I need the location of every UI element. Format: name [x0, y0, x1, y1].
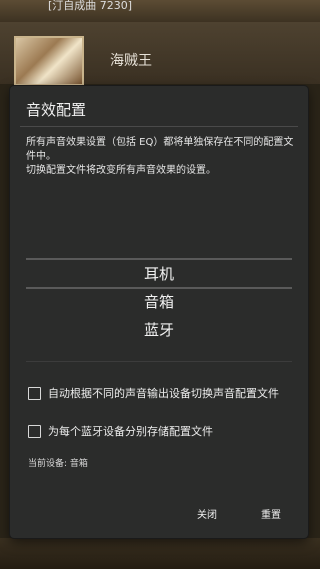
per-bluetooth-label: 为每个蓝牙设备分别存储配置文件 — [48, 425, 213, 438]
dialog-title: 音效配置 — [26, 101, 87, 119]
dialog-description: 所有声音效果设置（包括 EQ）都将单独保存在不同的配置文件中。 切换配置文件将改… — [26, 136, 296, 178]
reset-button[interactable]: 重置 — [255, 504, 287, 523]
per-bluetooth-checkbox[interactable] — [28, 424, 41, 438]
background-item-title: 海贼王 — [110, 53, 152, 69]
description-line-1: 所有声音效果设置（包括 EQ）都将单独保存在不同的配置文件中。 — [26, 137, 294, 162]
profile-item-headphones[interactable]: 耳机 — [26, 260, 292, 288]
section-divider — [26, 361, 292, 362]
background-header: [汀自成曲 7230] — [0, 0, 320, 22]
title-divider — [20, 126, 298, 127]
auto-switch-label: 自动根据不同的声音输出设备切换声音配置文件 — [48, 387, 279, 400]
profile-item-bluetooth[interactable]: 蓝牙 — [26, 316, 292, 344]
auto-switch-option[interactable]: 自动根据不同的声音输出设备切换声音配置文件 — [28, 385, 279, 401]
album-thumbnail — [14, 36, 84, 86]
auto-switch-checkbox[interactable] — [28, 386, 41, 400]
close-button[interactable]: 关闭 — [191, 504, 223, 523]
sound-profile-dialog: 音效配置 所有声音效果设置（包括 EQ）都将单独保存在不同的配置文件中。 切换配… — [10, 86, 308, 538]
description-line-2: 切换配置文件将改变所有声音效果的设置。 — [26, 165, 216, 176]
background-header-text: [汀自成曲 7230] — [48, 0, 133, 12]
profile-item-speaker[interactable]: 音箱 — [26, 288, 292, 316]
background-bottom-bar — [0, 538, 320, 569]
current-device-text: 当前设备: 音箱 — [28, 459, 88, 469]
per-bluetooth-option[interactable]: 为每个蓝牙设备分别存储配置文件 — [28, 423, 213, 439]
